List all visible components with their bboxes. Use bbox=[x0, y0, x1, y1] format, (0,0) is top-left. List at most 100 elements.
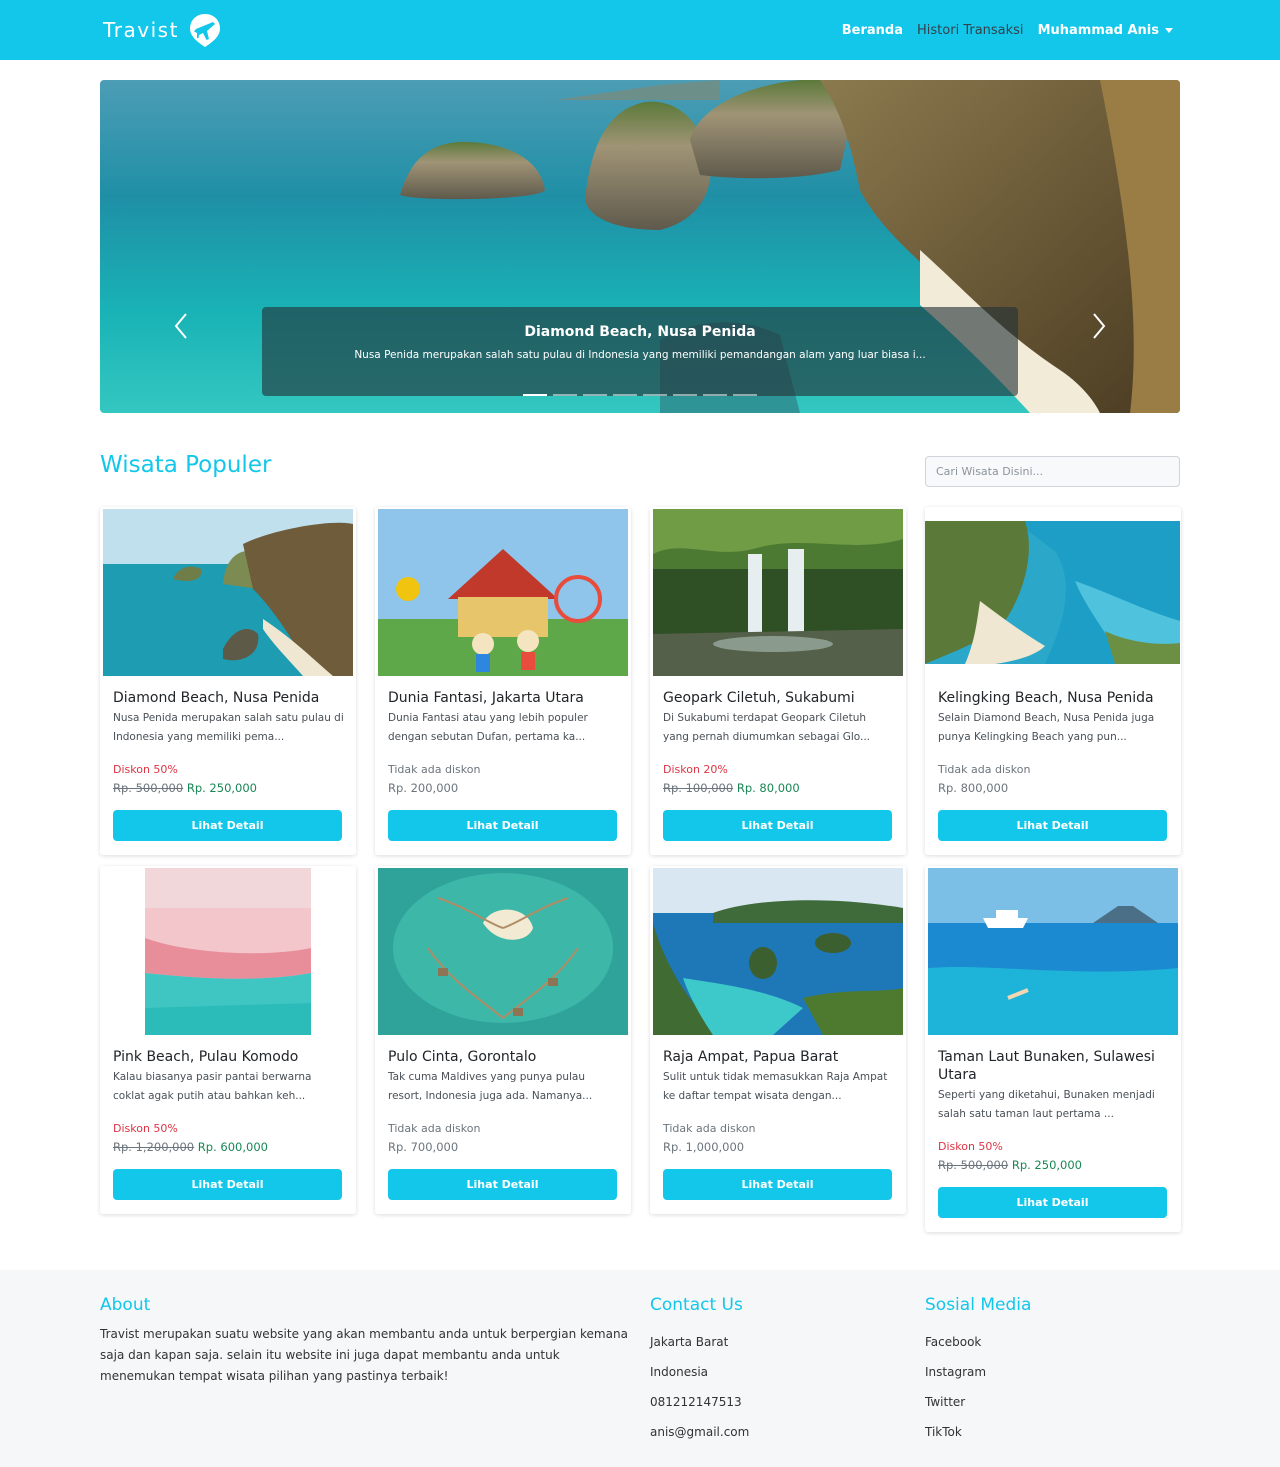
navbar: Travist Beranda Histori Transaksi Muhamm… bbox=[0, 0, 1280, 60]
card-description: Nusa Penida merupakan salah satu pulau d… bbox=[113, 712, 344, 743]
card-body: Pulo Cinta, Gorontalo Tak cuma Maldives … bbox=[388, 1048, 620, 1157]
card-image bbox=[653, 868, 903, 1035]
card-description: Dunia Fantasi atau yang lebih populer de… bbox=[388, 712, 588, 743]
footer: About Travist merupakan suatu website ya… bbox=[0, 1270, 1280, 1467]
new-price: Rp. 700,000 bbox=[388, 1140, 459, 1154]
destination-card: Diamond Beach, Nusa Penida Nusa Penida m… bbox=[100, 507, 356, 855]
lihat-detail-button[interactable]: Lihat Detail bbox=[388, 810, 617, 841]
nav-menu: Beranda Histori Transaksi Muhammad Anis bbox=[842, 0, 1173, 60]
lihat-detail-button[interactable]: Lihat Detail bbox=[663, 810, 892, 841]
card-title: Pink Beach, Pulau Komodo bbox=[113, 1049, 299, 1065]
lihat-detail-button[interactable]: Lihat Detail bbox=[663, 1169, 892, 1200]
social-link-instagram[interactable]: Instagram bbox=[925, 1357, 1180, 1387]
new-price: Rp. 80,000 bbox=[736, 781, 800, 795]
old-price: Rp. 500,000 bbox=[113, 781, 184, 795]
price: Rp. 200,000 bbox=[388, 779, 620, 798]
hero-carousel: Diamond Beach, Nusa Penida Nusa Penida m… bbox=[100, 80, 1180, 413]
carousel-indicator[interactable] bbox=[613, 394, 637, 396]
new-price: Rp. 200,000 bbox=[388, 781, 459, 795]
search-input[interactable] bbox=[925, 456, 1180, 487]
price: Rp. 700,000 bbox=[388, 1138, 620, 1157]
card-body: Dunia Fantasi, Jakarta Utara Dunia Fanta… bbox=[388, 689, 620, 798]
card-body: Geopark Ciletuh, Sukabumi Di Sukabumi te… bbox=[663, 689, 895, 798]
card-body: Kelingking Beach, Nusa Penida Selain Dia… bbox=[938, 689, 1170, 798]
plane-pin-icon bbox=[189, 14, 220, 47]
discount-label: Tidak ada diskon bbox=[388, 1122, 481, 1135]
discount-label: Diskon 50% bbox=[113, 1122, 178, 1135]
card-title: Geopark Ciletuh, Sukabumi bbox=[663, 690, 855, 706]
price: Rp. 1,200,000 Rp. 600,000 bbox=[113, 1138, 345, 1157]
contact-list: Jakarta Barat Indonesia 081212147513 ani… bbox=[650, 1327, 900, 1447]
card-description: Di Sukabumi terdapat Geopark Ciletuh yan… bbox=[663, 712, 871, 743]
brand[interactable]: Travist bbox=[103, 10, 223, 50]
new-price: Rp. 250,000 bbox=[1011, 1158, 1082, 1172]
carousel-indicator[interactable] bbox=[583, 394, 607, 396]
price: Rp. 100,000 Rp. 80,000 bbox=[663, 779, 895, 798]
carousel-indicator[interactable] bbox=[673, 394, 697, 396]
old-price: Rp. 1,200,000 bbox=[113, 1140, 195, 1154]
card-image bbox=[378, 509, 628, 676]
discount-label: Diskon 20% bbox=[663, 763, 728, 776]
carousel-indicator[interactable] bbox=[523, 394, 547, 396]
user-dropdown[interactable]: Muhammad Anis bbox=[1038, 23, 1173, 38]
destination-card: Kelingking Beach, Nusa Penida Selain Dia… bbox=[925, 507, 1181, 855]
contact-item: Indonesia bbox=[650, 1365, 709, 1379]
lihat-detail-button[interactable]: Lihat Detail bbox=[113, 810, 342, 841]
user-name: Muhammad Anis bbox=[1037, 22, 1159, 38]
card-image bbox=[653, 509, 903, 676]
card-body: Raja Ampat, Papua Barat Sulit untuk tida… bbox=[663, 1048, 895, 1157]
footer-about: About Travist merupakan suatu website ya… bbox=[100, 1295, 630, 1387]
section-title: Wisata Populer bbox=[100, 452, 272, 478]
footer-about-title: About bbox=[100, 1295, 151, 1315]
card-description: Seperti yang diketahui, Bunaken menjadi … bbox=[938, 1089, 1155, 1120]
price: Rp. 800,000 bbox=[938, 779, 1170, 798]
footer-social: Sosial Media Facebook Instagram Twitter … bbox=[925, 1295, 1180, 1447]
carousel-indicator[interactable] bbox=[553, 394, 577, 396]
card-body: Diamond Beach, Nusa Penida Nusa Penida m… bbox=[113, 689, 345, 798]
discount-label: Diskon 50% bbox=[938, 1140, 1003, 1153]
destination-card: Raja Ampat, Papua Barat Sulit untuk tida… bbox=[650, 866, 906, 1214]
contact-item: Jakarta Barat bbox=[650, 1335, 729, 1349]
carousel-indicator[interactable] bbox=[703, 394, 727, 396]
old-price: Rp. 100,000 bbox=[663, 781, 734, 795]
card-title: Raja Ampat, Papua Barat bbox=[663, 1049, 839, 1065]
lihat-detail-button[interactable]: Lihat Detail bbox=[938, 810, 1167, 841]
footer-social-title: Sosial Media bbox=[925, 1295, 1032, 1315]
chevron-left-icon[interactable] bbox=[170, 306, 194, 346]
card-image bbox=[103, 509, 353, 676]
carousel-indicator[interactable] bbox=[643, 394, 667, 396]
card-image bbox=[928, 868, 1178, 1035]
discount-label: Tidak ada diskon bbox=[388, 763, 481, 776]
destination-card: Dunia Fantasi, Jakarta Utara Dunia Fanta… bbox=[375, 507, 631, 855]
new-price: Rp. 1,000,000 bbox=[663, 1140, 745, 1154]
brand-name: Travist bbox=[103, 18, 179, 42]
discount-label: Diskon 50% bbox=[113, 763, 178, 776]
nav-beranda[interactable]: Beranda bbox=[842, 23, 903, 38]
lihat-detail-button[interactable]: Lihat Detail bbox=[113, 1169, 342, 1200]
card-description: Kalau biasanya pasir pantai berwarna cok… bbox=[113, 1071, 312, 1102]
price: Rp. 1,000,000 bbox=[663, 1138, 895, 1157]
social-link-tiktok[interactable]: TikTok bbox=[925, 1417, 1180, 1447]
card-description: Tak cuma Maldives yang punya pulau resor… bbox=[388, 1071, 593, 1102]
destination-card: Pulo Cinta, Gorontalo Tak cuma Maldives … bbox=[375, 866, 631, 1214]
carousel-indicator[interactable] bbox=[733, 394, 757, 396]
nav-histori-transaksi[interactable]: Histori Transaksi bbox=[917, 23, 1024, 38]
new-price: Rp. 600,000 bbox=[197, 1140, 268, 1154]
contact-item: 081212147513 bbox=[650, 1395, 742, 1409]
lihat-detail-button[interactable]: Lihat Detail bbox=[388, 1169, 617, 1200]
destination-card: Taman Laut Bunaken, Sulawesi Utara Seper… bbox=[925, 866, 1181, 1232]
chevron-right-icon[interactable] bbox=[1086, 306, 1110, 346]
social-link-facebook[interactable]: Facebook bbox=[925, 1327, 1180, 1357]
price: Rp. 500,000 Rp. 250,000 bbox=[113, 779, 345, 798]
contact-item: anis@gmail.com bbox=[650, 1425, 750, 1439]
discount-label: Tidak ada diskon bbox=[663, 1122, 756, 1135]
price: Rp. 500,000 Rp. 250,000 bbox=[938, 1156, 1170, 1175]
card-title: Dunia Fantasi, Jakarta Utara bbox=[388, 690, 584, 706]
social-link-twitter[interactable]: Twitter bbox=[925, 1387, 1180, 1417]
destination-card: Geopark Ciletuh, Sukabumi Di Sukabumi te… bbox=[650, 507, 906, 855]
lihat-detail-button[interactable]: Lihat Detail bbox=[938, 1187, 1167, 1218]
footer-contact: Contact Us Jakarta Barat Indonesia 08121… bbox=[650, 1295, 900, 1447]
footer-contact-title: Contact Us bbox=[650, 1295, 743, 1315]
card-title: Taman Laut Bunaken, Sulawesi Utara bbox=[938, 1049, 1155, 1083]
carousel-caption: Diamond Beach, Nusa Penida Nusa Penida m… bbox=[262, 307, 1018, 396]
